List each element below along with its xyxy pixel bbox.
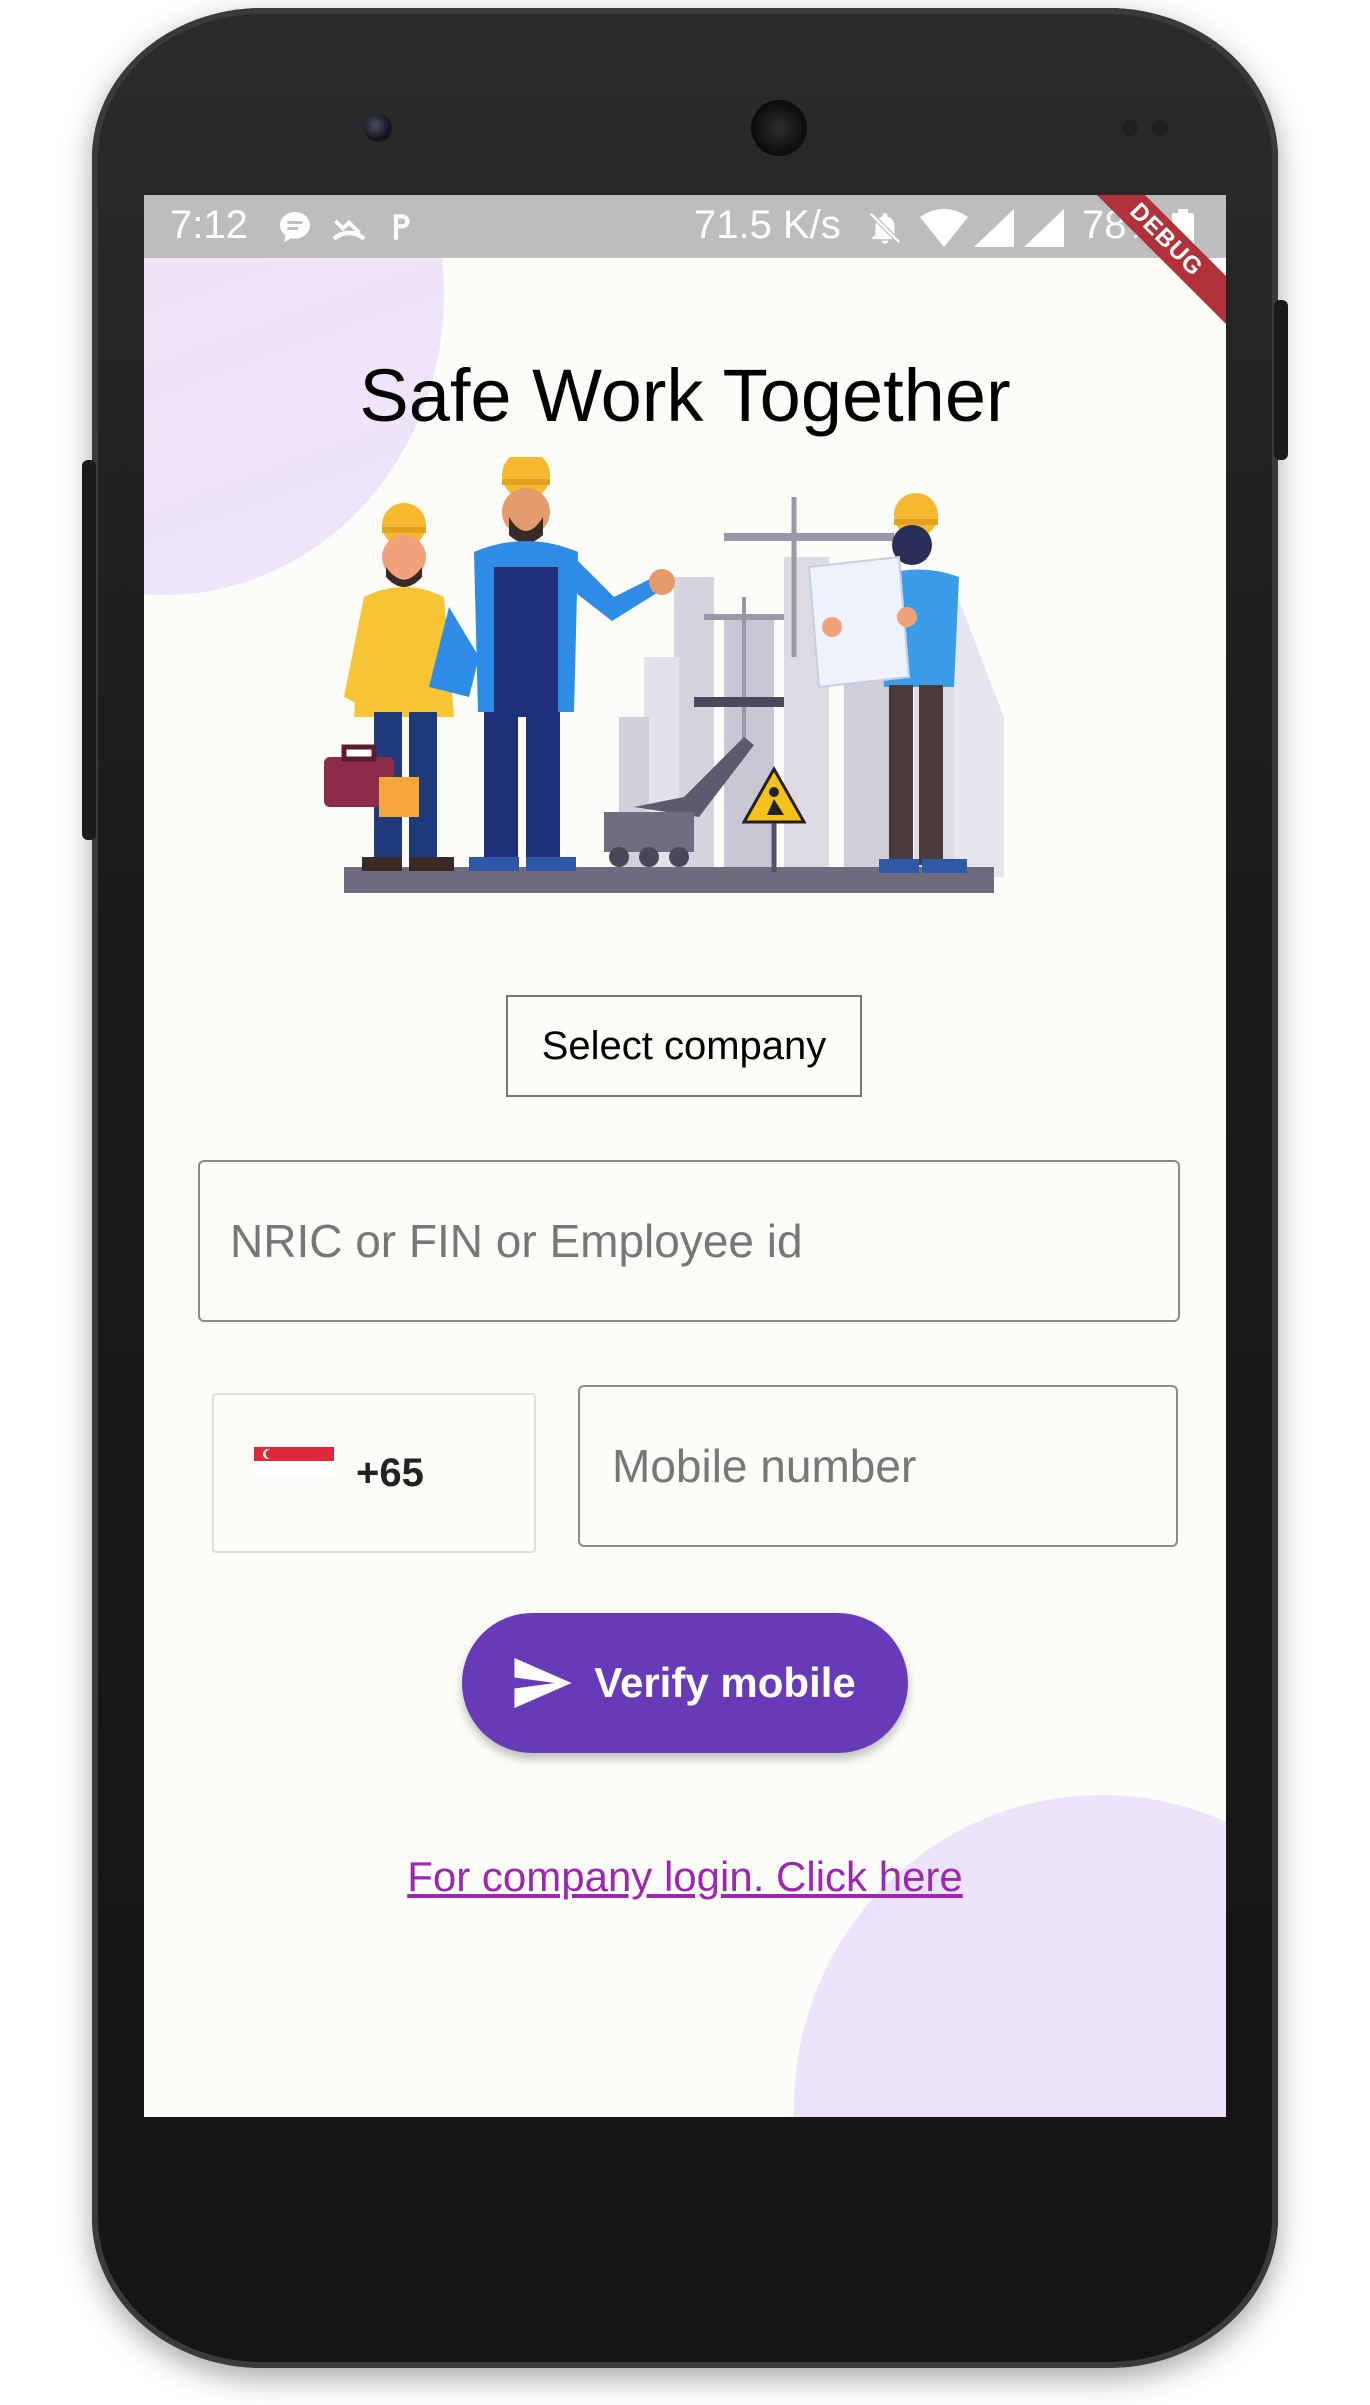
send-icon xyxy=(514,1658,572,1708)
singapore-flag-icon xyxy=(254,1447,334,1475)
light-sensor xyxy=(1152,120,1168,136)
proximity-sensor xyxy=(1122,120,1138,136)
mobile-input-placeholder: Mobile number xyxy=(612,1440,917,1492)
missed-call-icon xyxy=(332,219,366,241)
country-code-picker[interactable]: +65 xyxy=(212,1393,536,1553)
status-time: 7:12 xyxy=(170,203,248,247)
parking-icon xyxy=(393,214,410,240)
status-bar: 7:12 71.5 K/s 78% xyxy=(144,195,1226,258)
power-button xyxy=(1274,300,1288,460)
mute-icon xyxy=(869,212,901,244)
verify-mobile-button[interactable]: Verify mobile xyxy=(462,1613,908,1753)
signal-icon xyxy=(974,209,1014,247)
country-dial-code: +65 xyxy=(356,1451,424,1495)
id-input[interactable]: NRIC or FIN or Employee id xyxy=(198,1160,1180,1322)
earpiece-speaker xyxy=(751,100,807,156)
wifi-icon xyxy=(920,209,968,247)
network-speed: 71.5 K/s xyxy=(694,203,841,247)
signal-icon-2 xyxy=(1024,209,1064,247)
company-login-link[interactable]: For company login. Click here xyxy=(144,1853,1226,1901)
id-input-placeholder: NRIC or FIN or Employee id xyxy=(230,1215,803,1267)
page-title: Safe Work Together xyxy=(359,354,1011,437)
decor-blob-bottom xyxy=(794,1795,1226,2117)
front-camera xyxy=(364,114,392,142)
select-company-button[interactable]: Select company xyxy=(506,995,862,1097)
construction-workers-illustration xyxy=(324,457,1004,893)
app-screen: 7:12 71.5 K/s 78% DEBUG Safe Work Togeth… xyxy=(144,195,1226,2117)
mobile-number-input[interactable]: Mobile number xyxy=(578,1385,1178,1547)
chat-icon xyxy=(280,212,310,242)
volume-button xyxy=(82,460,96,840)
verify-mobile-label: Verify mobile xyxy=(594,1659,856,1706)
